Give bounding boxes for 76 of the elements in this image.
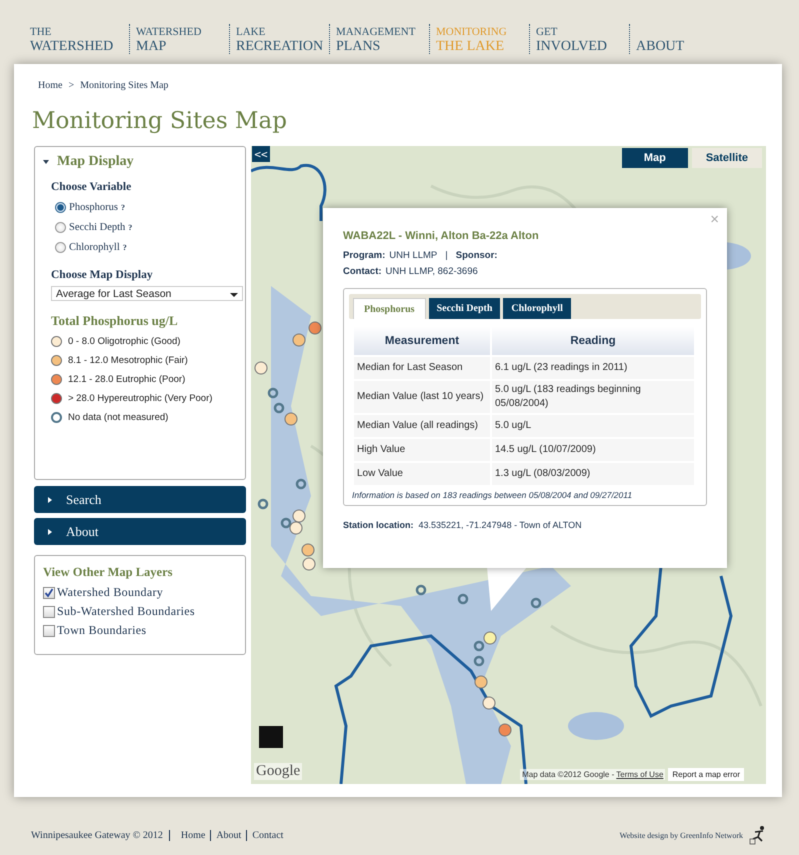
map-attribution: Map data ©2012 Google - xyxy=(520,769,616,780)
field-value: UNH LLMP, 862-3696 xyxy=(386,266,478,277)
accordion-header[interactable]: Search xyxy=(34,486,246,513)
legend-label: No data (not measured) xyxy=(68,412,168,423)
radio-button[interactable] xyxy=(55,222,66,233)
table-cell: High Value xyxy=(354,439,490,461)
checkbox-label[interactable]: Sub-Watershed Boundaries xyxy=(57,604,195,619)
help-mark[interactable]: ? xyxy=(122,243,127,252)
footer-link[interactable]: Home xyxy=(176,830,210,840)
help-mark[interactable]: ? xyxy=(128,223,132,232)
legend-label: 8.1 - 12.0 Mesotrophic (Fair) xyxy=(68,355,188,366)
page-title: Monitoring Sites Map xyxy=(32,107,287,136)
table-cell: 6.1 ug/L (23 readings in 2011) xyxy=(492,357,694,379)
nav-link[interactable]: GET INVOLVED xyxy=(536,24,629,54)
radio-button[interactable] xyxy=(55,242,66,253)
nav-link[interactable]: WATERSHED MAP xyxy=(136,24,229,54)
tab[interactable]: Phosphorus xyxy=(353,298,426,319)
tab[interactable]: Secchi Depth xyxy=(428,298,500,319)
column-header: Measurement xyxy=(354,326,490,355)
table-cell: 5.0 ug/L (183 readings beginning 05/08/2004) xyxy=(492,381,694,413)
credit-text: Website design by GreenInfo Network xyxy=(620,830,743,840)
table-cell: 5.0 ug/L xyxy=(492,415,694,437)
column-header: Reading xyxy=(492,326,694,355)
checkbox[interactable] xyxy=(43,624,55,636)
map-display-header[interactable]: Map Display xyxy=(35,153,245,171)
breadcrumb-link[interactable]: Home xyxy=(38,80,62,90)
map-type-button[interactable]: Map xyxy=(622,148,688,168)
field-label: Station location: xyxy=(343,520,414,530)
breadcrumb-current: Monitoring Sites Map xyxy=(80,80,168,90)
copyright-text: Winnipesaukee Gateway © 2012 xyxy=(31,830,170,840)
footer-link[interactable]: Contact xyxy=(246,830,288,840)
field-label: Contact: xyxy=(343,266,382,277)
nav-link[interactable]: THE WATERSHED xyxy=(30,24,128,54)
section-label: Choose Map Display xyxy=(51,269,153,281)
tab[interactable]: Chlorophyll xyxy=(503,298,571,319)
footer-link[interactable]: About xyxy=(210,830,246,840)
nav-link[interactable]: LAKE RECREATION xyxy=(236,24,329,54)
terms-link[interactable]: Terms of Use xyxy=(616,769,666,780)
nav-link[interactable]: MANAGEMENT PLANS xyxy=(336,24,429,54)
accordion-header[interactable]: About xyxy=(34,518,246,545)
table-cell: Median Value (last 10 years) xyxy=(354,381,490,413)
radio-label[interactable]: Secchi Depth xyxy=(69,222,126,233)
checkbox[interactable] xyxy=(43,606,55,618)
legend-label: 0 - 8.0 Oligotrophic (Good) xyxy=(68,336,180,347)
table-cell: Median Value (all readings) xyxy=(354,415,490,437)
legend-label: 12.1 - 28.0 Eutrophic (Poor) xyxy=(68,374,186,385)
station-title: WABA22L - Winni, Alton Ba-22a Alton xyxy=(343,230,539,242)
radio-label[interactable]: Chlorophyll xyxy=(69,242,120,253)
panel-title: View Other Map Layers xyxy=(43,565,172,580)
legend-title: Total Phosphorus ug/L xyxy=(51,313,178,329)
table-cell: 1.3 ug/L (08/03/2009) xyxy=(492,463,694,485)
section-label: Choose Variable xyxy=(51,181,132,193)
map-logo: Google xyxy=(254,763,302,780)
table-note: Information is based on 183 readings between 05/08/2004 and 09/27/2011 xyxy=(352,490,632,500)
runner-icon xyxy=(749,825,767,845)
table-cell: Low Value xyxy=(354,463,490,485)
checkbox-label[interactable]: Watershed Boundary xyxy=(57,585,164,600)
radio-button[interactable] xyxy=(55,202,66,213)
table-cell: 14.5 ug/L (10/07/2009) xyxy=(492,439,694,461)
field-label: Program: xyxy=(343,250,386,261)
legend-label: > 28.0 Hypereutrophic (Very Poor) xyxy=(68,393,212,404)
display-select[interactable]: Average for Last Season xyxy=(51,286,243,301)
separator: | xyxy=(445,250,448,261)
collapse-sidebar-button[interactable]: << xyxy=(252,146,270,162)
table-cell: Median for Last Season xyxy=(354,357,490,379)
checkbox[interactable] xyxy=(43,586,55,598)
report-error-button[interactable]: Report a map error xyxy=(668,768,744,781)
breadcrumb-separator: > xyxy=(68,80,74,90)
field-label: Sponsor: xyxy=(456,250,498,261)
map-type-button[interactable]: Satellite xyxy=(692,148,762,168)
checkbox-label[interactable]: Town Boundaries xyxy=(57,623,146,638)
help-mark[interactable]: ? xyxy=(121,203,126,212)
field-value: 43.535221, -71.247948 - Town of ALTON xyxy=(418,520,582,530)
radio-label[interactable]: Phosphorus xyxy=(69,202,118,213)
field-value: UNH LLMP xyxy=(389,250,438,261)
nav-link[interactable]: ABOUT xyxy=(636,24,729,54)
